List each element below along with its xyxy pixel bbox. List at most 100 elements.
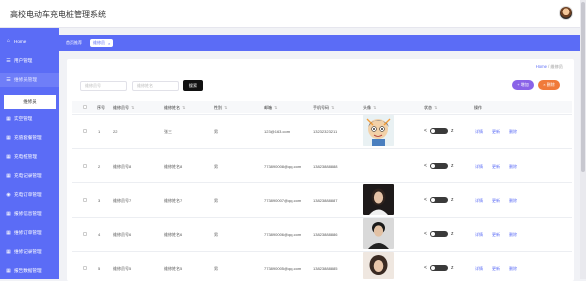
sidebar-item-report-data[interactable]: ▦ 报告数据管理 <box>0 264 59 278</box>
toggle-right-icon: z <box>451 163 454 169</box>
sidebar-item-home[interactable]: ⌂ Home <box>0 34 59 48</box>
column-header-gender[interactable]: 性别 ⇅ <box>214 105 227 111</box>
sort-icon[interactable]: ⇅ <box>434 105 437 110</box>
delete-link[interactable]: 删除 <box>509 266 517 272</box>
breadcrumb-home[interactable]: Home <box>536 64 547 69</box>
update-link[interactable]: 更新 <box>492 266 500 272</box>
sort-icon[interactable]: ⇅ <box>131 105 134 110</box>
column-header-avatar[interactable]: 头像 ⇅ <box>363 105 376 111</box>
delete-link[interactable]: 删除 <box>509 232 517 238</box>
row-phone: 13823888888 <box>313 164 338 169</box>
update-link[interactable]: 更新 <box>492 164 500 170</box>
row-repairer-number: 维修员号5 <box>113 266 132 271</box>
status-toggle[interactable] <box>430 197 448 203</box>
detail-link[interactable]: 详情 <box>475 164 483 170</box>
sidebar-item-space[interactable]: ▦ 实空管理 <box>0 112 59 126</box>
sidebar-item-recharge-package[interactable]: ▦ 充值套餐管理 <box>0 131 59 145</box>
detail-link[interactable]: 详情 <box>475 198 483 204</box>
sidebar-item-charging-records[interactable]: ▦ 充电记录管理 <box>0 169 59 183</box>
sidebar-item-repair-info[interactable]: ▦ 报修信息管理 <box>0 207 59 221</box>
row-phone: 13232323211 <box>313 129 338 134</box>
delete-link[interactable]: 删除 <box>509 198 517 204</box>
row-checkbox[interactable] <box>83 129 87 133</box>
content-panel <box>67 59 574 281</box>
detail-link[interactable]: 详情 <box>475 129 483 135</box>
grid-icon: ▦ <box>6 134 11 141</box>
sidebar-item-users[interactable]: ☰ 用户管理 <box>0 54 59 68</box>
sort-icon[interactable]: ⇅ <box>182 105 185 110</box>
sort-icon[interactable]: ⇅ <box>373 105 376 110</box>
sidebar-item-label: 维修订单管理 <box>14 230 42 235</box>
row-repairer-name: 维修姓名7 <box>164 198 183 203</box>
repairer-number-input[interactable]: 维修员号 <box>80 81 127 91</box>
tab-label: 维修员 <box>93 40 105 45</box>
search-button[interactable]: 搜索 <box>183 80 203 91</box>
detail-link[interactable]: 详情 <box>475 266 483 272</box>
grid-icon: ◉ <box>6 191 11 198</box>
sidebar-item-charging-pile[interactable]: ▦ 充电桩管理 <box>0 150 59 164</box>
sort-icon[interactable]: ⇅ <box>224 105 227 110</box>
repairer-name-input[interactable]: 维修姓名 <box>132 81 179 91</box>
tab-bar: 首页推荐 维修员 × <box>59 35 580 51</box>
row-checkbox[interactable] <box>83 266 87 270</box>
sidebar-item-label: Home <box>14 38 27 44</box>
status-toggle[interactable] <box>430 265 448 271</box>
update-link[interactable]: 更新 <box>492 129 500 135</box>
status-toggle[interactable] <box>430 163 448 169</box>
delete-link[interactable]: 删除 <box>509 129 517 135</box>
row-phone: 13823888885 <box>313 266 338 271</box>
sidebar-item-label: 用户管理 <box>14 58 33 63</box>
delete-link[interactable]: 删除 <box>509 164 517 170</box>
sort-icon[interactable]: ⇅ <box>274 105 277 110</box>
close-icon[interactable]: × <box>108 41 110 46</box>
sidebar-item-repair-records[interactable]: ▦ 维修记录管理 <box>0 245 59 259</box>
row-index: 1 <box>98 129 101 134</box>
column-header-repairer-number[interactable]: 维修员号 ⇅ <box>113 105 134 111</box>
detail-link[interactable]: 详情 <box>475 232 483 238</box>
row-checkbox[interactable] <box>83 198 87 202</box>
row-gender: 男 <box>214 266 218 271</box>
grid-icon: ▦ <box>6 210 11 217</box>
sidebar-item-repairers[interactable]: ☰ 维修员管理 <box>0 73 59 87</box>
update-link[interactable]: 更新 <box>492 232 500 238</box>
row-checkbox[interactable] <box>83 232 87 236</box>
column-header-label: 状态 <box>424 105 432 110</box>
breadcrumb-current: 维修员 <box>550 64 563 69</box>
avatar-image <box>363 184 394 215</box>
row-gender: 男 <box>214 232 218 237</box>
column-header-phone[interactable]: 手机号码 ⇅ <box>313 105 334 111</box>
add-button[interactable]: + 增加 <box>512 80 534 90</box>
sidebar-item-label: 维修员管理 <box>14 77 37 82</box>
toggle-left-icon: < <box>424 128 427 134</box>
status-toggle[interactable] <box>430 128 448 134</box>
select-all-checkbox[interactable] <box>83 105 87 109</box>
woman-portrait-icon <box>363 252 394 279</box>
sort-icon[interactable]: ⇅ <box>331 105 334 110</box>
toggle-knob <box>431 232 435 236</box>
column-header-email[interactable]: 邮箱 ⇅ <box>264 105 277 111</box>
row-checkbox[interactable] <box>83 164 87 168</box>
delete-button[interactable]: × 删除 <box>538 80 560 90</box>
column-header-label: 邮箱 <box>264 105 272 110</box>
column-header-label: 序号 <box>97 105 105 110</box>
sidebar-item-repair-orders[interactable]: ▦ 维修订单管理 <box>0 226 59 240</box>
sidebar-item-charging-orders[interactable]: ◉ 充电订单管理 <box>0 188 59 202</box>
tab-repairer[interactable]: 维修员 × <box>90 39 114 47</box>
row-repairer-number: 维修员号8 <box>113 164 132 169</box>
tab-home[interactable]: 首页推荐 <box>63 39 85 47</box>
column-header-status[interactable]: 状态 ⇅ <box>424 105 437 111</box>
user-avatar[interactable] <box>559 6 573 20</box>
row-index: 5 <box>98 266 101 271</box>
status-toggle[interactable] <box>430 231 448 237</box>
sidebar-item-label: 充电记录管理 <box>14 173 42 178</box>
update-link[interactable]: 更新 <box>492 198 500 204</box>
row-phone: 13823888886 <box>313 232 338 237</box>
row-gender: 男 <box>214 198 218 203</box>
row-repairer-name: 维修姓名6 <box>164 232 183 237</box>
page-scrollbar[interactable] <box>580 0 586 279</box>
grid-icon: ▦ <box>6 153 11 160</box>
row-repairer-name: 维修姓名5 <box>164 266 183 271</box>
scrollbar-thumb[interactable] <box>581 2 585 172</box>
sidebar-subitem-repairer[interactable]: 维修员 <box>4 95 56 109</box>
column-header-repairer-name[interactable]: 维修姓名 ⇅ <box>164 105 185 111</box>
